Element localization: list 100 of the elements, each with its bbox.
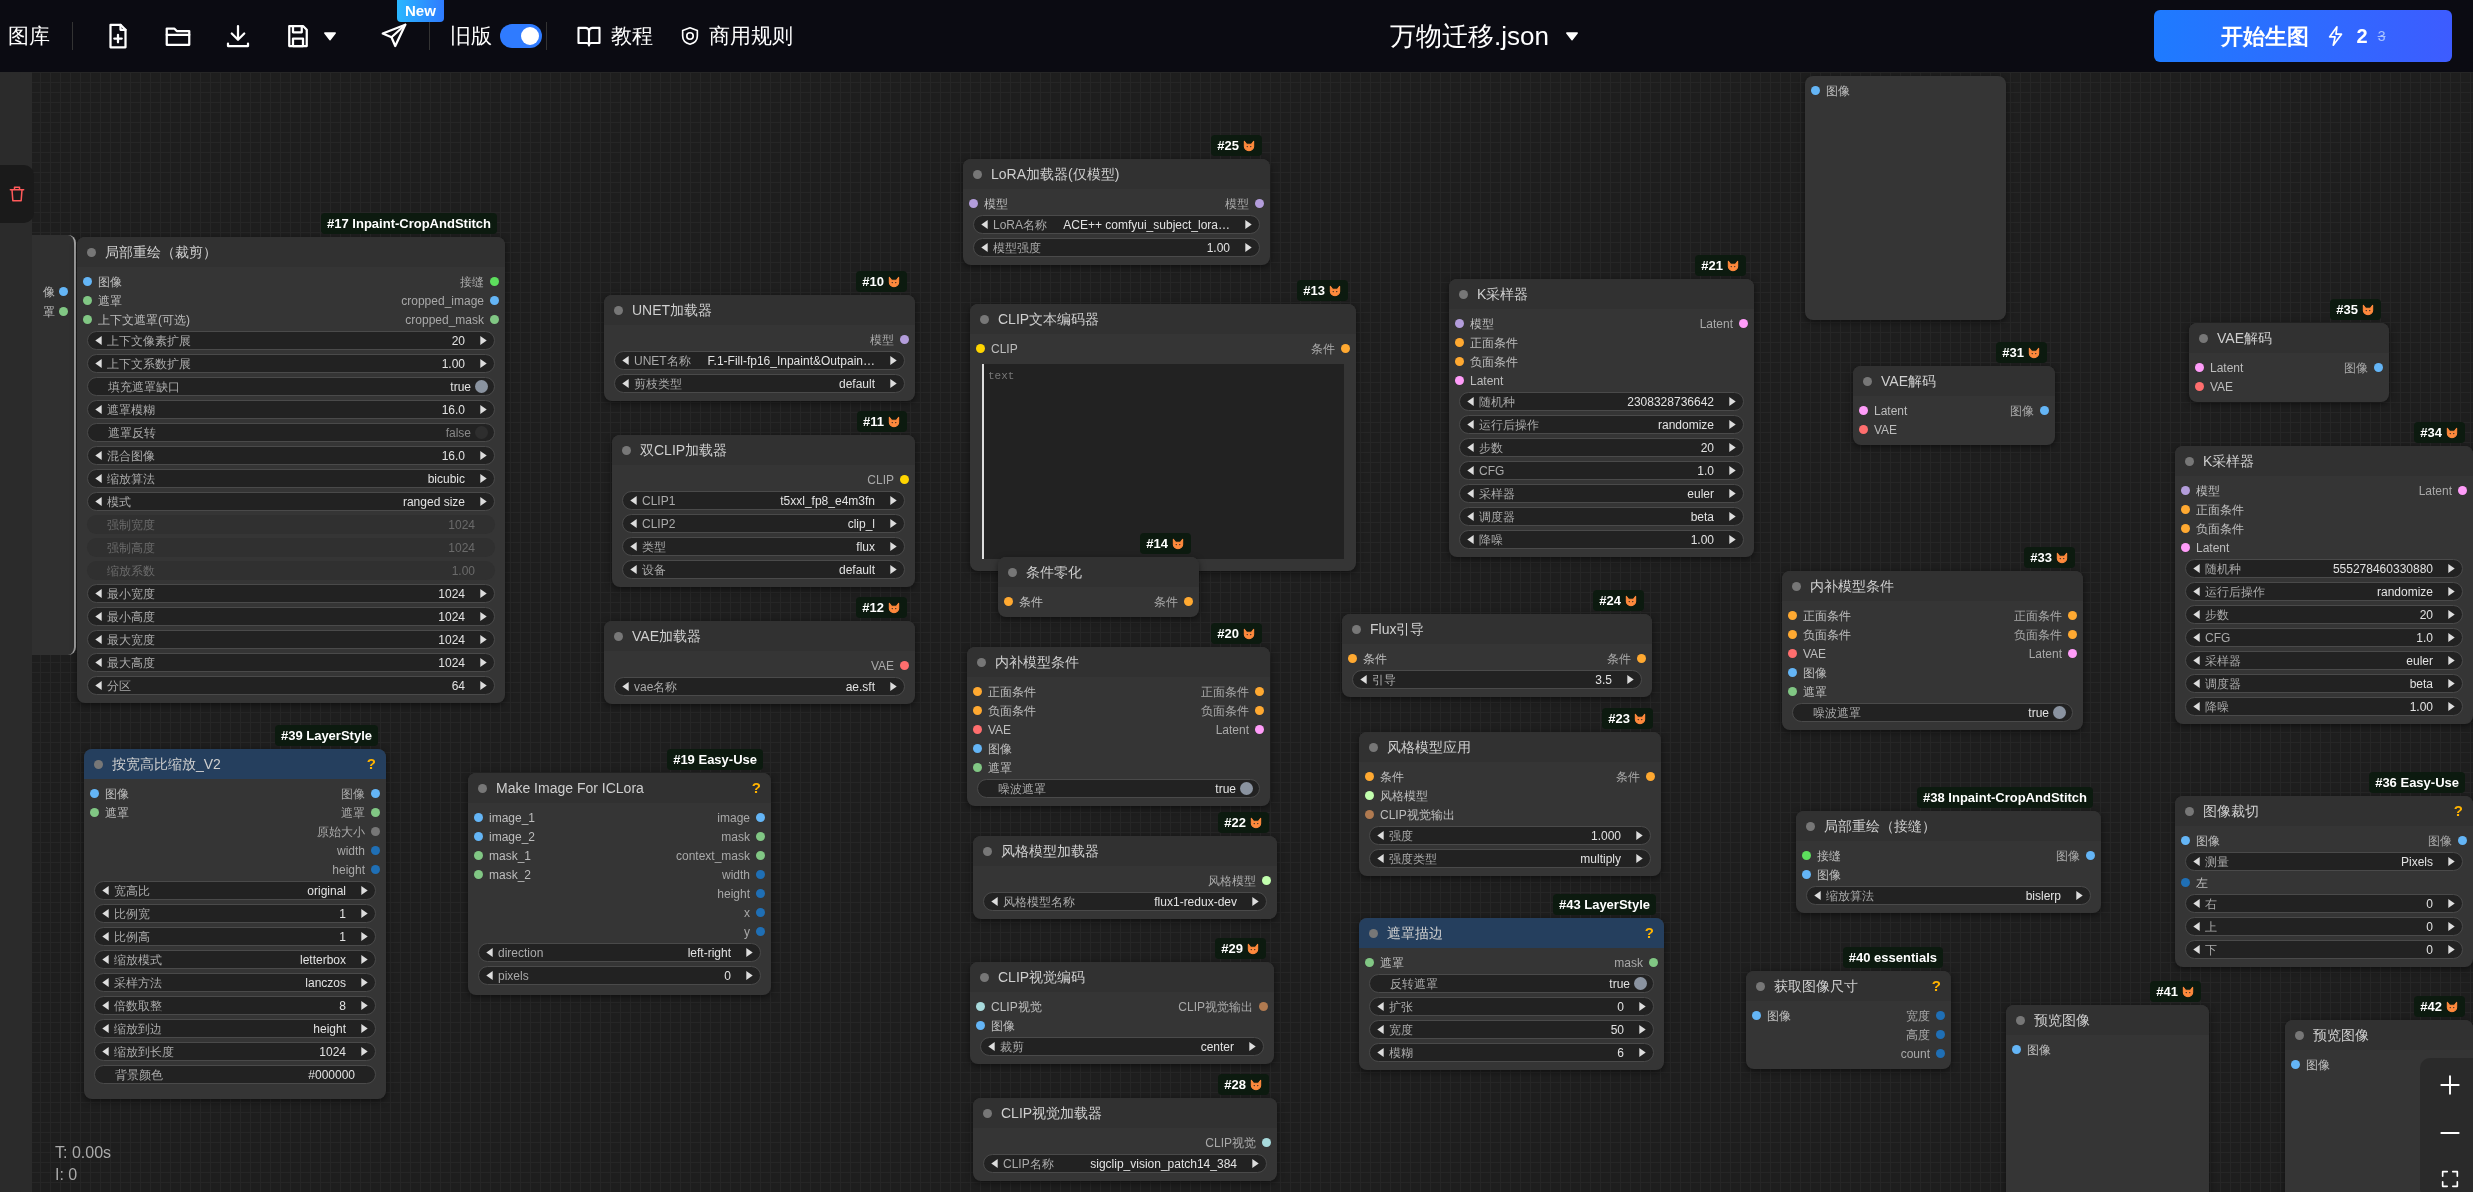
value-stepper[interactable]: 模式 ranged size <box>87 492 495 511</box>
arrow-right-icon[interactable] <box>1244 242 1253 253</box>
arrow-left-icon[interactable] <box>1466 396 1475 407</box>
arrow-right-icon[interactable] <box>2447 898 2456 909</box>
start-generate-button[interactable]: 开始生图 2 3 <box>2154 10 2452 62</box>
arrow-left-icon[interactable] <box>2192 632 2201 643</box>
value-stepper[interactable]: 最小宽度 1024 <box>87 584 495 603</box>
arrow-right-icon[interactable] <box>1728 534 1737 545</box>
arrow-right-icon[interactable] <box>2447 856 2456 867</box>
arrow-right-icon[interactable] <box>2075 890 2084 901</box>
arrow-left-icon[interactable] <box>621 681 630 692</box>
arrow-right-icon[interactable] <box>360 1046 369 1057</box>
arrow-left-icon[interactable] <box>101 931 110 942</box>
value-stepper[interactable]: 倍数取整 8 <box>94 996 376 1015</box>
arrow-left-icon[interactable] <box>94 634 103 645</box>
value-stepper[interactable]: 采样方法 lanczos <box>94 973 376 992</box>
value-stepper[interactable]: 比例宽 1 <box>94 904 376 923</box>
value-stepper[interactable]: 宽度 50 <box>1369 1020 1654 1039</box>
arrow-right-icon[interactable] <box>360 885 369 896</box>
value-stepper[interactable]: 宽高比 original <box>94 881 376 900</box>
arrow-left-icon[interactable] <box>1376 1047 1385 1058</box>
value-stepper[interactable]: 缩放算法 bicubic <box>87 469 495 488</box>
help-mark[interactable]: ? <box>751 776 761 800</box>
arrow-right-icon[interactable] <box>360 908 369 919</box>
arrow-left-icon[interactable] <box>2192 701 2201 712</box>
value-stepper[interactable]: 缩放到边 height <box>94 1019 376 1038</box>
value-stepper[interactable]: 上下文系数扩展 1.00 <box>87 354 495 373</box>
arrow-right-icon[interactable] <box>2447 586 2456 597</box>
arrow-right-icon[interactable] <box>479 611 488 622</box>
arrow-left-icon[interactable] <box>1466 442 1475 453</box>
value-stepper[interactable]: LoRA名称 ACE++ comfyui_subject_lora… <box>973 215 1260 234</box>
value-stepper[interactable]: 缩放到长度 1024 <box>94 1042 376 1061</box>
arrow-right-icon[interactable] <box>360 1023 369 1034</box>
arrow-right-icon[interactable] <box>889 495 898 506</box>
help-mark[interactable]: ? <box>2453 799 2463 823</box>
value-stepper[interactable]: 分区 64 <box>87 676 495 695</box>
arrow-left-icon[interactable] <box>629 564 638 575</box>
value-stepper[interactable]: pixels 0 <box>478 966 761 985</box>
arrow-left-icon[interactable] <box>629 495 638 506</box>
arrow-right-icon[interactable] <box>479 358 488 369</box>
arrow-right-icon[interactable] <box>2447 921 2456 932</box>
help-mark[interactable]: ? <box>366 752 376 776</box>
arrow-right-icon[interactable] <box>1728 442 1737 453</box>
arrow-left-icon[interactable] <box>94 358 103 369</box>
arrow-left-icon[interactable] <box>101 908 110 919</box>
arrow-right-icon[interactable] <box>1728 396 1737 407</box>
shield-icon[interactable] <box>679 25 701 47</box>
value-stepper[interactable]: 强度 1.000 <box>1369 826 1651 845</box>
toggle-widget[interactable]: 反转遮罩 true <box>1369 974 1654 993</box>
value-stepper[interactable]: CFG 1.0 <box>1459 461 1744 480</box>
arrow-left-icon[interactable] <box>485 947 494 958</box>
value-stepper[interactable]: direction left-right <box>478 943 761 962</box>
arrow-left-icon[interactable] <box>94 473 103 484</box>
value-stepper[interactable]: 上 0 <box>2185 917 2463 936</box>
gallery-tab[interactable]: 图库 <box>8 20 50 52</box>
arrow-left-icon[interactable] <box>1466 488 1475 499</box>
value-stepper[interactable]: 最大高度 1024 <box>87 653 495 672</box>
arrow-left-icon[interactable] <box>94 680 103 691</box>
arrow-right-icon[interactable] <box>889 541 898 552</box>
arrow-left-icon[interactable] <box>1359 674 1368 685</box>
arrow-right-icon[interactable] <box>479 473 488 484</box>
arrow-left-icon[interactable] <box>621 378 630 389</box>
arrow-right-icon[interactable] <box>1635 853 1644 864</box>
arrow-right-icon[interactable] <box>1251 896 1260 907</box>
value-stepper[interactable]: 模糊 6 <box>1369 1043 1654 1062</box>
value-stepper[interactable]: 裁剪 center <box>980 1037 1264 1056</box>
arrow-left-icon[interactable] <box>101 977 110 988</box>
arrow-left-icon[interactable] <box>485 970 494 981</box>
arrow-left-icon[interactable] <box>2192 563 2201 574</box>
arrow-left-icon[interactable] <box>2192 856 2201 867</box>
arrow-left-icon[interactable] <box>94 450 103 461</box>
value-stepper[interactable]: 调度器 beta <box>1459 507 1744 526</box>
value-stepper[interactable]: 混合图像 16.0 <box>87 446 495 465</box>
toggle-widget[interactable]: 噪波遮罩 true <box>1792 703 2073 722</box>
rules-link[interactable]: 商用规则 <box>709 20 793 52</box>
arrow-right-icon[interactable] <box>479 335 488 346</box>
arrow-right-icon[interactable] <box>479 588 488 599</box>
value-stepper[interactable]: 最大宽度 1024 <box>87 630 495 649</box>
value-stepper[interactable]: 步数 20 <box>2185 605 2463 624</box>
value-stepper[interactable]: 随机种 555278460330880 <box>2185 559 2463 578</box>
text-widget[interactable]: 背景颜色 #000000 <box>94 1065 376 1084</box>
value-stepper[interactable]: 引导 3.5 <box>1352 670 1642 689</box>
value-stepper[interactable]: 运行后操作 randomize <box>1459 415 1744 434</box>
value-stepper[interactable]: 下 0 <box>2185 940 2463 959</box>
arrow-right-icon[interactable] <box>2447 701 2456 712</box>
value-stepper[interactable]: 运行后操作 randomize <box>2185 582 2463 601</box>
arrow-right-icon[interactable] <box>1638 1001 1647 1012</box>
arrow-right-icon[interactable] <box>1251 1158 1260 1169</box>
value-stepper[interactable]: 比例高 1 <box>94 927 376 946</box>
value-stepper[interactable]: 采样器 euler <box>2185 651 2463 670</box>
arrow-right-icon[interactable] <box>1244 219 1253 230</box>
arrow-left-icon[interactable] <box>1376 830 1385 841</box>
arrow-left-icon[interactable] <box>1466 465 1475 476</box>
toggle-knob[interactable] <box>475 426 488 439</box>
arrow-left-icon[interactable] <box>2192 678 2201 689</box>
arrow-right-icon[interactable] <box>1638 1024 1647 1035</box>
value-stepper[interactable]: 步数 20 <box>1459 438 1744 457</box>
arrow-left-icon[interactable] <box>629 541 638 552</box>
arrow-left-icon[interactable] <box>1466 511 1475 522</box>
arrow-left-icon[interactable] <box>980 219 989 230</box>
